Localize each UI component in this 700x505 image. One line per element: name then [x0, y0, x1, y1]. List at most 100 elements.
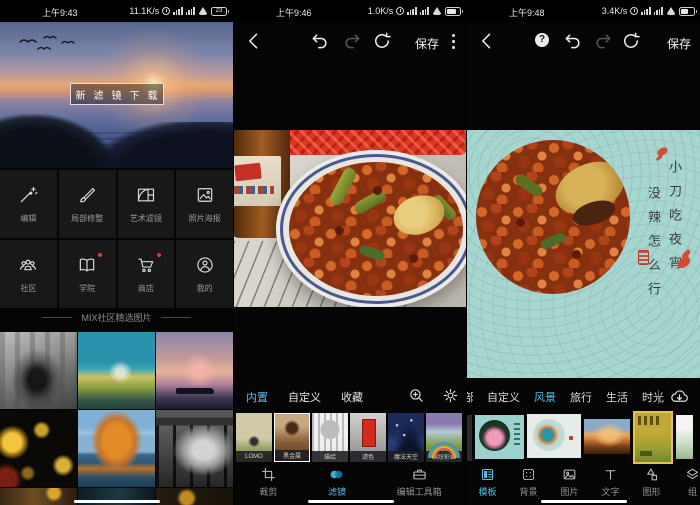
nav-group[interactable]: 组 [672, 467, 700, 498]
community-photo[interactable] [78, 332, 155, 409]
tile-community[interactable]: 社区 [0, 240, 57, 308]
tile-photo-poster[interactable]: 照片海报 [176, 170, 233, 238]
nav-background[interactable]: 背景 [508, 467, 549, 498]
community-photo[interactable] [0, 332, 77, 409]
status-bar: 上午9:48 3.4K/s [467, 0, 700, 22]
nav-image[interactable]: 图片 [549, 467, 590, 498]
nav-template[interactable]: 模板 [467, 467, 508, 498]
status-bar: 上午9:43 11.1K/s 23 [0, 0, 233, 22]
tile-label: 社区 [20, 283, 36, 294]
tab-life[interactable]: 生活 [606, 389, 628, 405]
nav-text[interactable]: 文字 [590, 467, 631, 498]
editor-toolbar: 保存 [234, 22, 467, 60]
redo-button[interactable] [342, 31, 362, 51]
filter-thumb-sketch[interactable]: 描绘 [312, 413, 348, 462]
editing-photo[interactable] [234, 130, 467, 307]
bottle-label [234, 156, 281, 206]
koi-fish-icon [656, 146, 669, 158]
redo-button[interactable] [593, 31, 613, 51]
back-button[interactable] [244, 31, 264, 51]
battery-icon: 23 [211, 7, 227, 16]
tile-label: 我的 [197, 283, 213, 294]
hero-banner[interactable]: 新滤镜下载 [0, 22, 233, 168]
filter-thumb-lomo[interactable]: LOMO [236, 413, 272, 462]
help-button[interactable]: ? [535, 33, 555, 53]
tile-art-filter[interactable]: 艺术滤镜 [118, 170, 175, 238]
home-indicator[interactable] [74, 500, 160, 503]
undo-button[interactable] [563, 31, 583, 51]
home-tile-grid: 编辑 局部修整 艺术滤镜 照片海报 社区 [0, 170, 233, 308]
filter-category-tabs: 内置 自定义 收藏 [234, 384, 467, 410]
tab-clipped[interactable]: 部 [466, 389, 473, 405]
reset-button[interactable] [372, 31, 392, 51]
template-thumb-lotus[interactable] [475, 415, 524, 459]
community-icon [18, 255, 38, 275]
tile-edit[interactable]: 编辑 [0, 170, 57, 238]
wifi-icon [198, 7, 208, 15]
status-bar: 上午9:46 1.0K/s [234, 0, 467, 22]
status-time: 上午9:46 [276, 6, 312, 19]
profile-icon [195, 255, 215, 275]
background-icon [521, 467, 536, 482]
community-photo[interactable] [0, 410, 77, 487]
template-thumb-partial[interactable] [676, 415, 693, 459]
community-photo[interactable] [156, 488, 233, 505]
tile-label: 局部修整 [71, 213, 103, 224]
tab-custom[interactable]: 自定义 [487, 389, 520, 405]
nav-shape[interactable]: 图形 [631, 467, 672, 498]
community-photo[interactable] [78, 410, 155, 487]
save-button[interactable]: 保存 [415, 35, 439, 52]
filter-thumb-magic-sky[interactable]: 魔法天空 [388, 413, 424, 462]
wifi-icon [666, 7, 676, 15]
template-thumb-canyon[interactable] [584, 419, 630, 454]
tab-time[interactable]: 时光 [642, 389, 664, 405]
alarm-icon [162, 7, 170, 15]
community-photo[interactable] [156, 410, 233, 487]
tab-built-in[interactable]: 内置 [246, 389, 268, 405]
image-icon [562, 467, 577, 482]
editor-bottom-nav: 模板 背景 图片 文字 图形 组 [467, 467, 700, 498]
tile-label: 艺术滤镜 [130, 213, 162, 224]
tab-scenery[interactable]: 风景 [534, 389, 556, 405]
cell-signal-icon [407, 7, 416, 15]
notification-dot [98, 253, 102, 257]
cloud-download-icon[interactable] [670, 387, 689, 406]
home-indicator[interactable] [541, 500, 627, 503]
filter-thumb-black-metal[interactable]: 黑金属 [274, 413, 310, 462]
filter-thumb-rainbow[interactable]: 缤纷彩虹 [426, 413, 462, 462]
nav-edit-toolbox[interactable]: 编辑工具箱 [397, 467, 442, 498]
tile-local-retouch[interactable]: 局部修整 [59, 170, 116, 238]
zoom-in-icon[interactable] [408, 387, 425, 404]
tile-store[interactable]: 商店 [118, 240, 175, 308]
tile-mine[interactable]: 我的 [176, 240, 233, 308]
poster-photo-circle[interactable] [476, 140, 630, 294]
magic-wand-icon [18, 185, 38, 205]
nav-crop[interactable]: 裁剪 [259, 467, 277, 498]
tab-custom[interactable]: 自定义 [288, 389, 321, 405]
save-button[interactable]: 保存 [667, 35, 691, 52]
tab-favorites[interactable]: 收藏 [341, 389, 363, 405]
poster-canvas[interactable]: 小刀吃夜宵 没辣怎么行 [467, 130, 700, 378]
new-filters-button[interactable]: 新滤镜下载 [70, 83, 164, 105]
gear-icon[interactable] [442, 387, 459, 404]
back-button[interactable] [477, 31, 497, 51]
birds-icon [16, 34, 82, 56]
tab-travel[interactable]: 旅行 [570, 389, 592, 405]
community-photo[interactable] [156, 332, 233, 409]
nav-filter[interactable]: 滤镜 [328, 467, 346, 498]
template-thumb-partial[interactable] [467, 415, 472, 461]
status-net-speed: 11.1K/s [129, 6, 159, 16]
more-menu-icon[interactable] [452, 34, 455, 37]
filter-thumb-color-splash[interactable]: 滤色 [350, 413, 386, 462]
poster-text-right[interactable]: 小刀吃夜宵 [665, 160, 684, 310]
undo-button[interactable] [310, 31, 330, 51]
template-icon [480, 467, 495, 482]
tile-academy[interactable]: 学院 [59, 240, 116, 308]
community-photo[interactable] [0, 488, 77, 505]
template-thumb-selected[interactable] [633, 411, 673, 464]
reset-button[interactable] [621, 31, 641, 51]
cell-signal-icon [186, 7, 195, 15]
status-time: 上午9:43 [42, 6, 78, 19]
template-thumb-kingfisher[interactable] [527, 414, 581, 458]
home-indicator[interactable] [308, 500, 394, 503]
